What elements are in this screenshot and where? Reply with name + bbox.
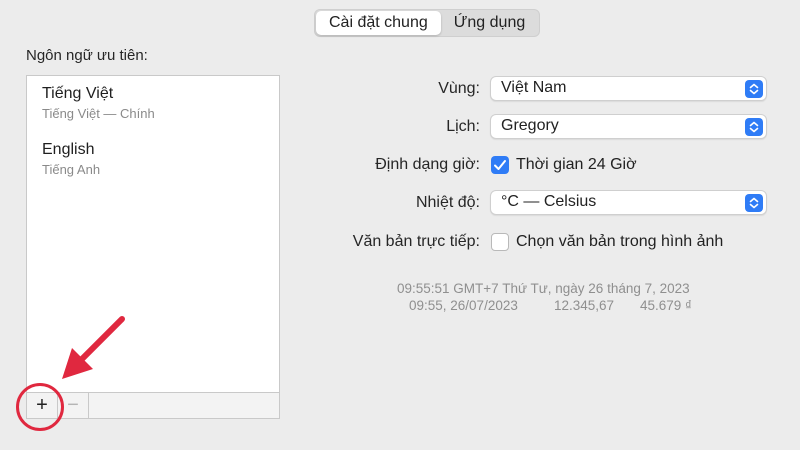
- live-text-checkbox[interactable]: [491, 233, 509, 251]
- tab-general[interactable]: Cài đặt chung: [316, 11, 441, 35]
- calendar-label: Lịch:: [446, 118, 480, 135]
- language-region-preferences: Cài đặt chung Ứng dụng Ngôn ngữ ưu tiên:…: [0, 0, 800, 450]
- segmented-tabs: Cài đặt chung Ứng dụng: [314, 9, 541, 37]
- live-text-label: Văn bản trực tiếp:: [352, 233, 480, 250]
- language-subtitle: Tiếng Anh: [42, 162, 101, 177]
- preferred-languages-label: Ngôn ngữ ưu tiên:: [26, 47, 148, 64]
- language-list-toolbar: + −: [26, 392, 280, 419]
- short-date-preview: 09:55, 26/07/2023: [409, 298, 518, 313]
- language-subtitle: Tiếng Việt — Chính: [42, 106, 155, 121]
- list-item-vietnamese[interactable]: Tiếng Việt Tiếng Việt — Chính: [42, 85, 155, 121]
- date-format-preview: 09:55:51 GMT+7 Thứ Tư, ngày 26 tháng 7, …: [397, 281, 690, 296]
- temperature-value: °C — Celsius: [501, 193, 597, 210]
- calendar-value: Gregory: [501, 117, 559, 134]
- calendar-select[interactable]: Gregory: [490, 114, 767, 139]
- number-format-preview: 12.345,67: [554, 298, 615, 313]
- temperature-label: Nhiệt độ:: [415, 194, 480, 211]
- 24-hour-label[interactable]: Thời gian 24 Giờ: [516, 156, 637, 174]
- temperature-select[interactable]: °C — Celsius: [490, 190, 767, 215]
- region-label: Vùng:: [438, 80, 480, 97]
- region-select[interactable]: Việt Nam: [490, 76, 767, 101]
- time-format-label: Định dạng giờ:: [375, 156, 480, 173]
- list-item-english[interactable]: English Tiếng Anh: [42, 141, 100, 177]
- tab-apps[interactable]: Ứng dụng: [441, 11, 539, 35]
- live-text-option-label[interactable]: Chọn văn bản trong hình ảnh: [516, 233, 723, 251]
- highlight-arrow-icon: [62, 316, 125, 379]
- chevron-updown-icon: [745, 118, 763, 136]
- region-value: Việt Nam: [501, 79, 567, 96]
- language-name: Tiếng Việt: [42, 85, 114, 102]
- language-name: English: [42, 141, 95, 158]
- chevron-updown-icon: [745, 194, 763, 212]
- currency-format-preview: 45.679 ₫: [640, 298, 692, 313]
- chevron-updown-icon: [745, 80, 763, 98]
- checkmark-icon: [494, 160, 506, 170]
- 24-hour-checkbox[interactable]: [491, 156, 509, 174]
